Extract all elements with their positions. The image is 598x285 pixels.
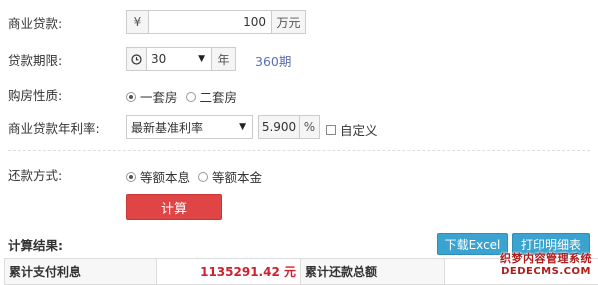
loan-term-select[interactable]: 30 ▼ [146,47,212,71]
repay-method-row: 还款方式: [8,162,62,186]
custom-rate-label: 自定义 [340,123,378,138]
repay-method-radios: 等额本息 等额本金 [126,167,270,186]
total-interest-value: 1135291.42 元 [156,258,301,285]
radio-first-home-label: 一套房 [140,90,178,105]
radio-second-home-label: 二套房 [199,90,238,105]
total-interest-label: 累计支付利息 [4,258,157,285]
loan-amount-unit: 万元 [272,10,306,34]
loan-term-value: 30 [151,52,167,66]
loan-amount-row: 商业贷款: [8,10,62,34]
checkbox-icon [326,124,336,135]
radio-equal-principal[interactable]: 等额本金 [198,167,262,186]
house-type-label: 购房性质: [8,87,63,103]
chevron-down-icon: ▼ [239,122,246,132]
periods-count: 360期 [255,54,292,69]
rate-label: 商业贷款年利率: [8,120,100,136]
total-repayment-label: 累计还款总额 [300,258,445,285]
rate-value-input[interactable]: 5.900 [258,115,300,139]
repay-method-label: 还款方式: [8,167,63,183]
radio-equal-installment-label: 等额本息 [140,170,191,185]
radio-equal-installment[interactable]: 等额本息 [126,167,190,186]
radio-second-home[interactable]: 二套房 [185,87,238,106]
rate-row: 商业贷款年利率: [8,115,100,139]
print-detail-button[interactable]: 打印明细表 [512,233,590,255]
loan-term-row: 贷款期限: [8,47,62,71]
loan-term-label: 贷款期限: [8,52,63,68]
rate-unit: % [300,115,320,139]
radio-unselected-icon [185,91,196,102]
loan-term-group: 30 ▼ 年 [126,47,236,71]
rate-type-value: 最新基准利率 [131,120,204,135]
custom-rate-toggle[interactable]: 自定义 [326,120,378,139]
radio-equal-principal-label: 等额本金 [212,170,263,185]
radio-selected-icon [126,171,136,182]
radio-first-home[interactable]: 一套房 [126,87,178,106]
calculate-button[interactable]: 计算 [126,194,222,220]
rate-value-group: 5.900 % [258,115,320,139]
loan-amount-label: 商业贷款: [8,15,63,31]
clock-icon [126,47,146,71]
house-type-radios: 一套房 二套房 [126,87,245,106]
currency-prefix: ¥ [126,10,148,34]
house-type-row: 购房性质: [8,82,62,106]
radio-selected-icon [126,91,136,102]
rate-type-select[interactable]: 最新基准利率 ▼ [126,115,253,139]
result-title: 计算结果: [8,238,63,253]
radio-unselected-icon [198,171,209,182]
loan-amount-group: ¥ 100 万元 [126,10,306,34]
result-table: 累计支付利息 1135291.42 元 累计还款总额 [4,258,598,285]
download-excel-button[interactable]: 下载Excel [437,233,508,255]
table-row: 累计支付利息 1135291.42 元 累计还款总额 [4,258,598,285]
total-repayment-value [444,258,598,285]
chevron-down-icon: ▼ [198,54,205,64]
loan-amount-input[interactable]: 100 [148,10,272,34]
loan-term-unit: 年 [212,47,236,71]
section-divider [8,150,590,151]
